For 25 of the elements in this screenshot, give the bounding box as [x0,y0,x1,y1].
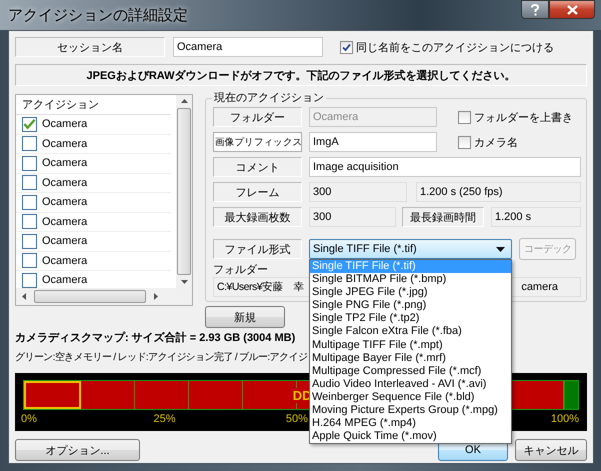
tick-label: 0% [21,413,37,425]
tick-label: 100% [550,413,579,425]
disk-map-summary: カメラディスクマップ: サイズ合計 = 2.93 GB (3004 MB) [15,330,296,346]
comment-label: コメント [213,157,302,177]
file-format-label: ファイル形式 [213,239,302,259]
max-frames-label: 最大録画枚数 [213,207,302,227]
frame-label: フレーム [213,182,302,202]
disk-map-legend: グリーン:空きメモリー / レッド:アクイジション完了 / ブルー:アクイジ [15,349,308,366]
group-title: 現在のアクイジション [212,90,326,105]
tick-label: 25% [153,413,176,425]
folder-label: フォルダー [213,107,302,127]
list-header: アクイジション [16,95,171,115]
max-time-field: 1.200 s [491,207,581,227]
path-text: C:¥Users¥安藤 幸 [217,280,304,294]
path-text: camera [521,281,558,293]
max-time-label: 最長録画時間 [402,207,484,227]
folder-path-label: フォルダー [213,264,268,276]
frame-field: 300 [309,182,407,202]
tick-label: 50% [286,413,308,425]
max-frames-field: 300 [309,207,396,227]
duration-field: 1.200 s (250 fps) [416,182,581,202]
window-title: アクイジションの詳細設定 [8,6,188,24]
prefix-label: 画像プリフィックス [213,132,302,152]
session-name-label: セッション名 [15,37,165,57]
notice-banner: JPEGおよびRAWダウンロードがオフです。下記のファイル形式を選択してください。 [15,64,587,86]
